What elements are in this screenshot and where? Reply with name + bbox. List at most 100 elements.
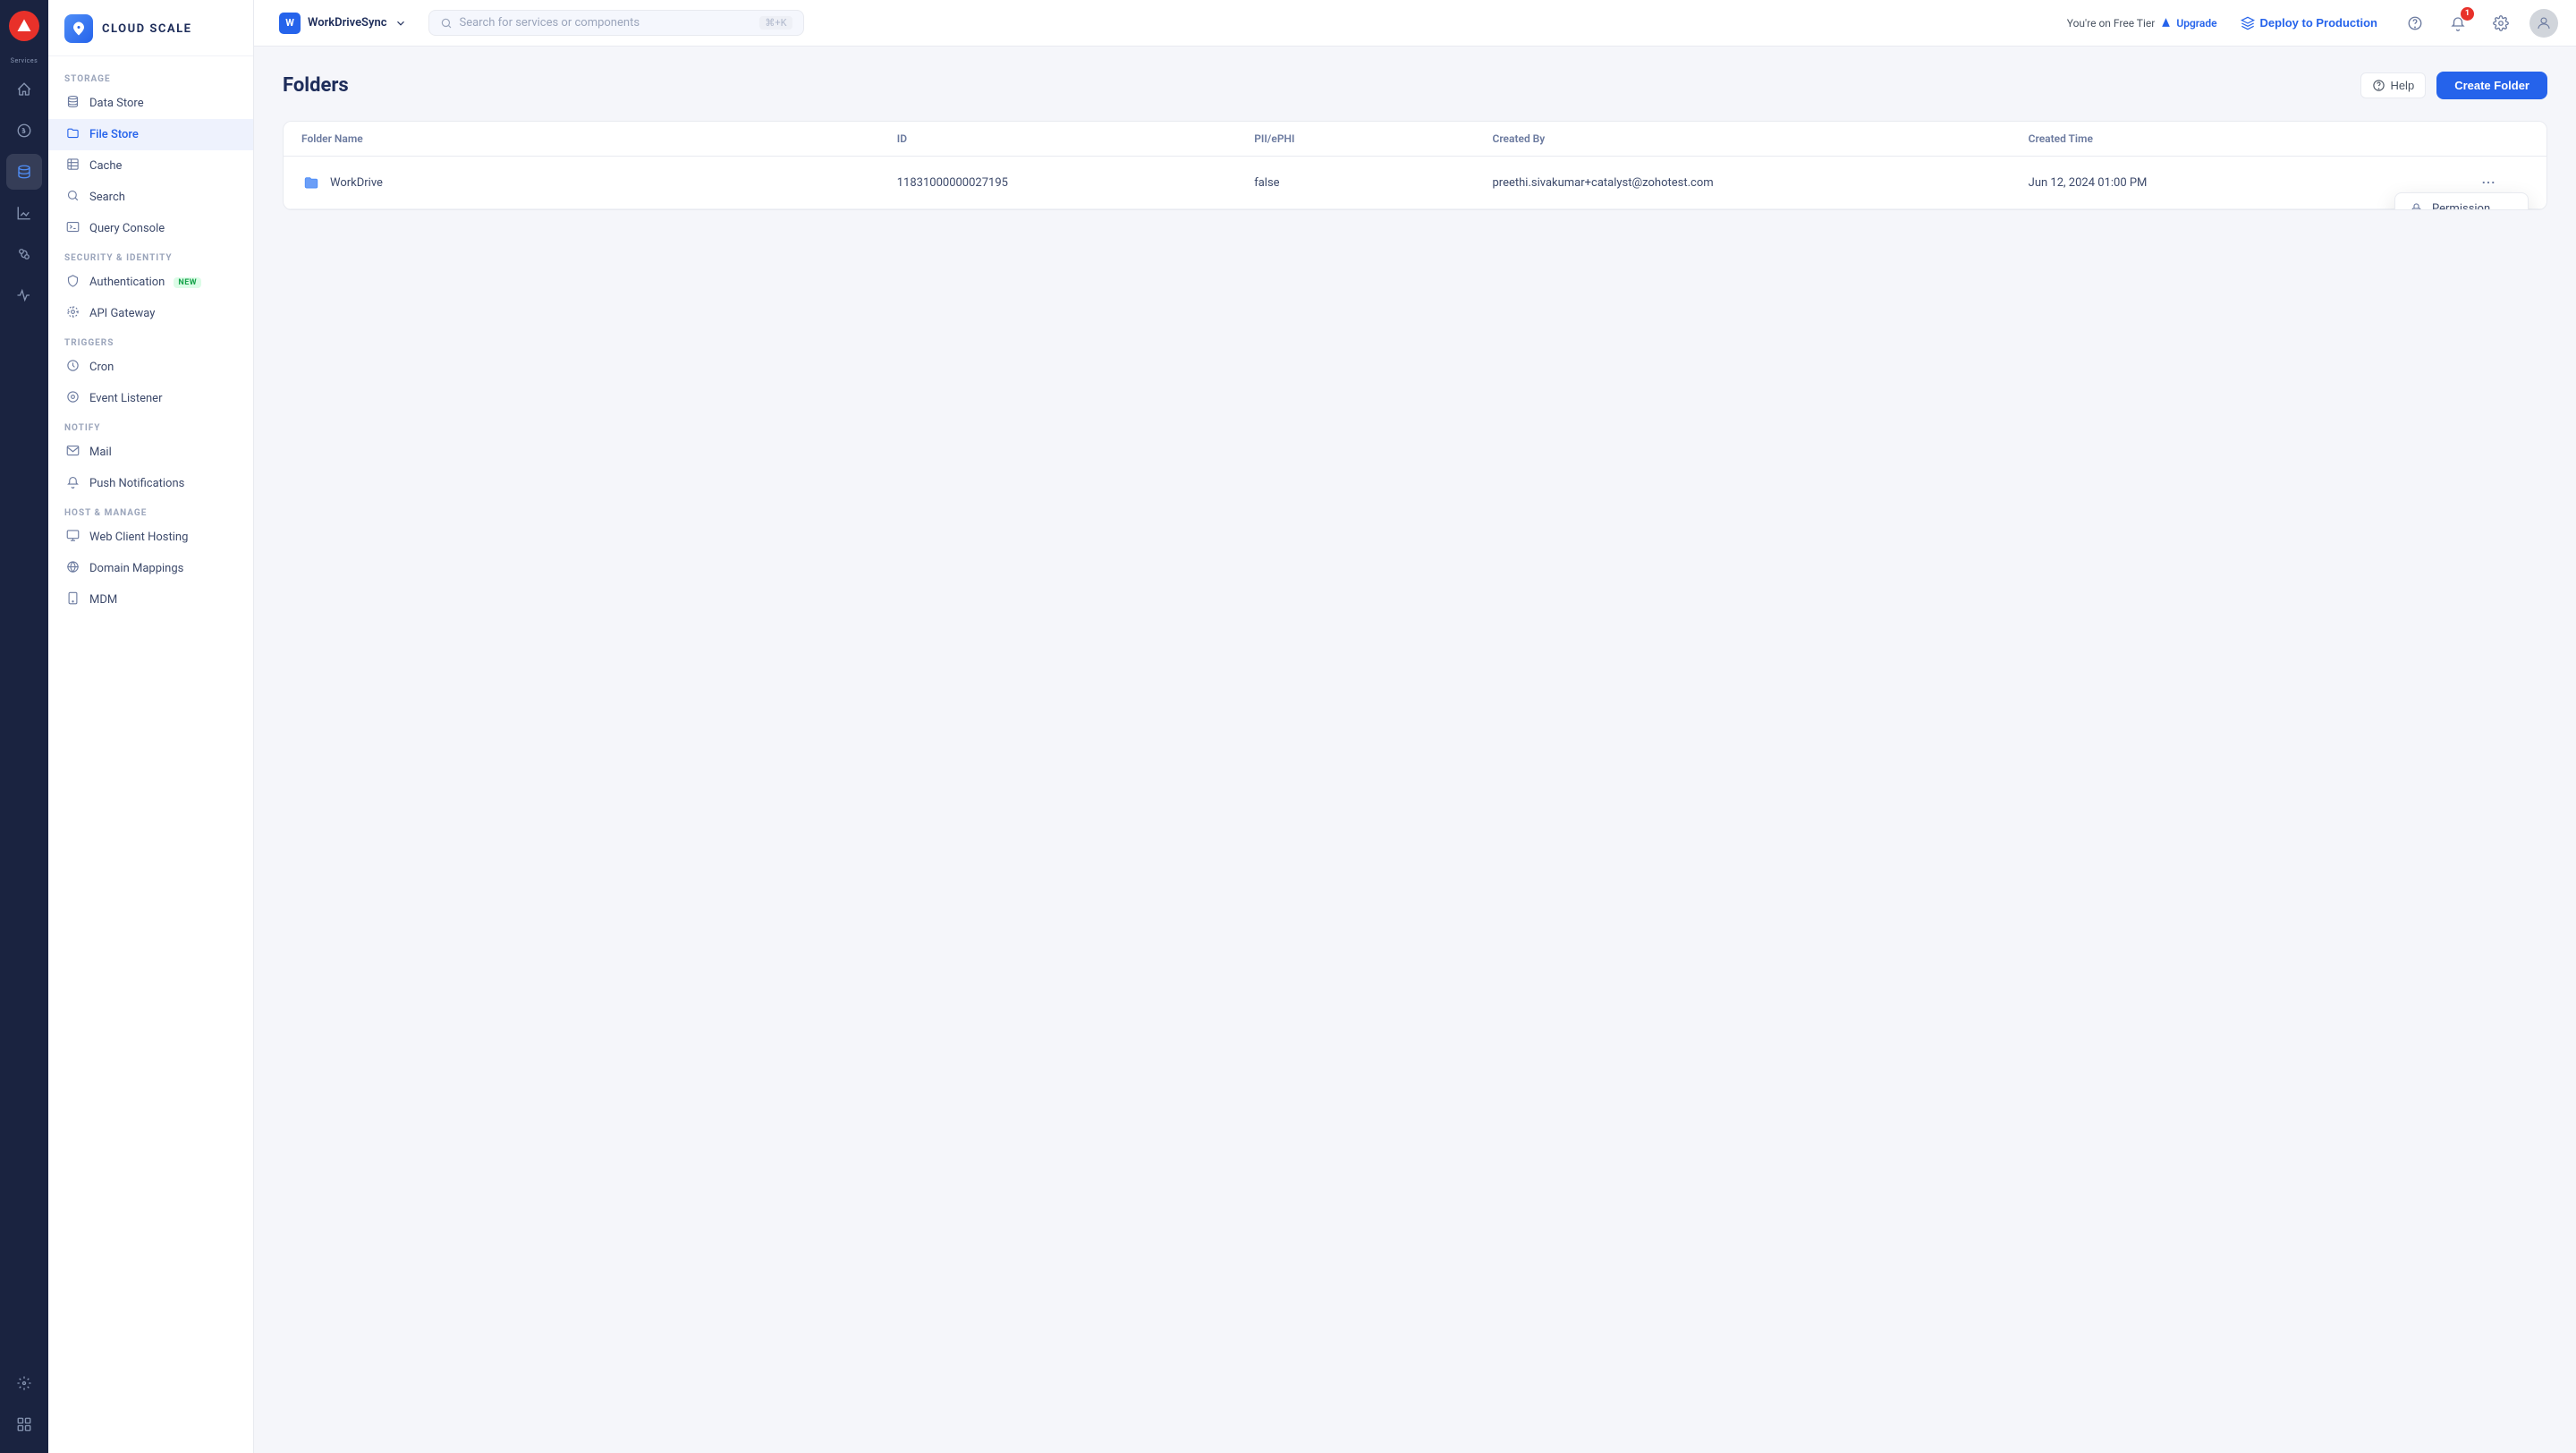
column-actions [2475, 132, 2529, 145]
create-folder-button[interactable]: Create Folder [2436, 72, 2547, 99]
upgrade-button[interactable]: Upgrade [2160, 17, 2216, 30]
rail-icon-functions[interactable] [6, 113, 42, 149]
clock-icon [64, 359, 80, 376]
sidebar-item-label-cron: Cron [89, 361, 114, 374]
app-dropdown-icon [394, 17, 407, 30]
cache-icon [64, 157, 80, 174]
sidebar-item-label-cache: Cache [89, 159, 122, 173]
sidebar-item-label-api-gateway: API Gateway [89, 307, 155, 320]
rail-icon-tools[interactable] [6, 1365, 42, 1401]
sidebar-item-label-event-listener: Event Listener [89, 392, 163, 405]
sidebar-item-cron[interactable]: Cron [48, 352, 253, 383]
context-menu-permission[interactable]: Permission [2395, 193, 2528, 210]
help-circle-icon [2372, 79, 2385, 92]
api-icon [64, 305, 80, 322]
sidebar-item-data-store[interactable]: Data Store [48, 88, 253, 119]
main-wrapper: W WorkDriveSync Search for services or c… [254, 0, 2576, 1453]
help-button-label: Help [2390, 79, 2414, 92]
sidebar-navigation: STORAGE Data Store File Store Cache Sear… [48, 56, 253, 1453]
rail-icon-integrations[interactable] [6, 236, 42, 272]
sidebar-item-mail[interactable]: Mail [48, 437, 253, 468]
sidebar-section-notify: NOTIFY [48, 414, 253, 437]
settings-icon-button[interactable] [2487, 9, 2515, 38]
sidebar-item-label-domain-mappings: Domain Mappings [89, 562, 183, 575]
help-icon-button[interactable] [2401, 9, 2429, 38]
topbar-right: You're on Free Tier Upgrade Deploy to Pr… [2067, 9, 2558, 38]
sidebar: CLOUD SCALE STORAGE Data Store File Stor… [48, 0, 254, 1453]
sidebar-item-cache[interactable]: Cache [48, 150, 253, 182]
app-icon: W [279, 13, 301, 34]
authentication-new-badge: NEW [174, 277, 201, 288]
sidebar-item-label-authentication: Authentication [89, 276, 165, 289]
column-created-time: Created Time [2029, 132, 2475, 145]
column-created-by: Created By [1493, 132, 2029, 145]
sidebar-item-event-listener[interactable]: Event Listener [48, 383, 253, 414]
sidebar-item-label-push-notifications: Push Notifications [89, 477, 184, 490]
sidebar-item-domain-mappings[interactable]: Domain Mappings [48, 553, 253, 584]
main-content: Folders Help Create Folder Folder Name I… [254, 47, 2576, 1453]
database-icon [64, 95, 80, 112]
sidebar-item-label-mail: Mail [89, 446, 112, 459]
free-tier-badge: You're on Free Tier Upgrade [2067, 17, 2217, 30]
rail-icon-grid[interactable] [6, 1406, 42, 1442]
search-bar[interactable]: Search for services or components ⌘+K [428, 10, 804, 36]
sidebar-item-search[interactable]: Search [48, 182, 253, 213]
search-icon [64, 189, 80, 206]
rail-icon-monitoring[interactable] [6, 277, 42, 313]
monitor-icon [64, 529, 80, 546]
sidebar-item-label-file-store: File Store [89, 128, 139, 141]
folder-row-icon [301, 174, 321, 191]
sidebar-section-host: HOST & MANAGE [48, 499, 253, 522]
rail-icon-storage[interactable] [6, 154, 42, 190]
sidebar-item-query-console[interactable]: Query Console [48, 213, 253, 244]
search-shortcut: ⌘+K [759, 16, 792, 30]
icon-rail: Services [0, 0, 48, 1453]
sidebar-item-web-client-hosting[interactable]: Web Client Hosting [48, 522, 253, 553]
sidebar-item-authentication[interactable]: Authentication NEW [48, 267, 253, 298]
folder-icon [64, 126, 80, 143]
folders-table: Folder Name ID PII/ePHI Created By Creat… [283, 121, 2547, 210]
lock-icon [2410, 202, 2423, 210]
globe-icon [64, 560, 80, 577]
rail-icon-analytics[interactable] [6, 195, 42, 231]
page-actions: Help Create Folder [2360, 72, 2547, 99]
app-name: WorkDriveSync [308, 16, 387, 30]
sidebar-item-mdm[interactable]: MDM [48, 584, 253, 616]
app-selector[interactable]: W WorkDriveSync [272, 9, 414, 38]
upgrade-icon [2160, 17, 2172, 29]
event-icon [64, 390, 80, 407]
cell-pii: false [1254, 176, 1492, 190]
cell-created-time: Jun 12, 2024 01:00 PM [2029, 176, 2475, 190]
sidebar-item-label-query-console: Query Console [89, 222, 165, 235]
cell-id: 11831000000027195 [897, 176, 1254, 190]
sidebar-item-push-notifications[interactable]: Push Notifications [48, 468, 253, 499]
sidebar-item-label-web-client: Web Client Hosting [89, 531, 188, 544]
avatar-icon [2536, 15, 2552, 31]
context-menu: Permission Edit Delete [2394, 192, 2529, 210]
cell-folder-name: WorkDrive [301, 174, 897, 191]
help-button[interactable]: Help [2360, 72, 2426, 98]
terminal-icon [64, 220, 80, 237]
bell-icon [64, 475, 80, 492]
notification-button[interactable]: 1 [2444, 9, 2472, 38]
mail-icon [64, 444, 80, 461]
topbar: W WorkDriveSync Search for services or c… [254, 0, 2576, 47]
sidebar-item-file-store[interactable]: File Store [48, 119, 253, 150]
create-folder-label: Create Folder [2454, 79, 2529, 92]
search-icon-topbar [440, 17, 453, 30]
sidebar-item-api-gateway[interactable]: API Gateway [48, 298, 253, 329]
sidebar-logo [64, 14, 93, 43]
deploy-to-production-button[interactable]: Deploy to Production [2232, 11, 2386, 36]
sidebar-item-label-mdm: MDM [89, 593, 117, 607]
sidebar-section-storage: STORAGE [48, 65, 253, 88]
mobile-icon [64, 591, 80, 608]
page-header: Folders Help Create Folder [283, 72, 2547, 99]
user-avatar[interactable] [2529, 9, 2558, 38]
permission-label: Permission [2432, 202, 2490, 210]
rail-icon-home[interactable] [6, 72, 42, 107]
sidebar-item-label-search: Search [89, 191, 125, 204]
sidebar-title: CLOUD SCALE [102, 22, 191, 36]
rail-logo-icon[interactable] [9, 11, 39, 41]
question-mark-icon [2407, 15, 2423, 31]
sidebar-item-label-data-store: Data Store [89, 97, 144, 110]
